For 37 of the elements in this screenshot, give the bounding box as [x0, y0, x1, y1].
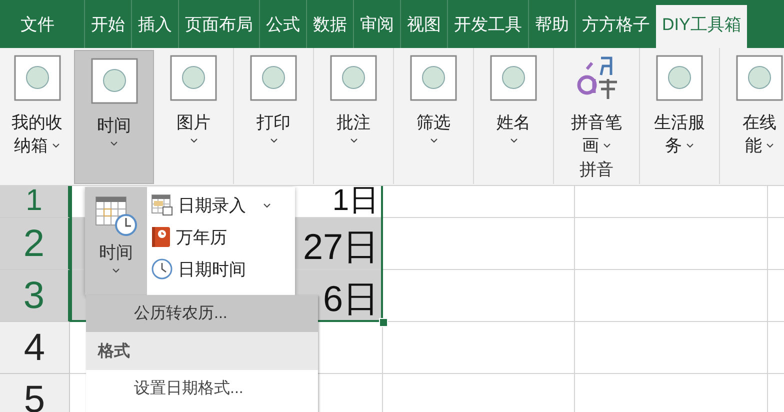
clock-icon — [151, 258, 173, 280]
menu-item[interactable]: 公历转农历... — [86, 295, 318, 332]
group-label: 拼音 — [580, 159, 614, 181]
placeholder-image-icon — [490, 55, 537, 101]
ribbon-button[interactable]: 打印 — [234, 48, 314, 184]
ribbon-button[interactable]: 生活服 务 — [640, 48, 720, 184]
ribbon-button[interactable]: 图片 — [154, 48, 234, 184]
placeholder-image-icon — [170, 55, 217, 101]
placeholder-image-icon — [410, 55, 457, 101]
row-header[interactable]: 1 — [0, 186, 70, 218]
almanac-book-icon — [151, 226, 171, 248]
menu-item[interactable]: 日期录入 — [151, 191, 271, 219]
calendar-clock-icon — [94, 195, 138, 237]
ribbon-button[interactable]: 时间 — [74, 50, 154, 184]
placeholder-image-icon — [14, 55, 60, 101]
menu-item[interactable]: 设置日期格式... — [86, 370, 318, 407]
placeholder-image-icon — [330, 55, 377, 101]
placeholder-image-icon — [90, 58, 138, 104]
placeholder-image-icon — [250, 55, 297, 101]
ribbon-tab[interactable]: DIY工具箱 — [656, 5, 748, 48]
ribbon-button[interactable]: 批注 — [314, 48, 394, 184]
row-header[interactable]: 3 — [0, 270, 70, 322]
ribbon-button[interactable]: 筛选 — [394, 48, 474, 184]
ribbon-button[interactable]: 姓名 — [474, 48, 554, 184]
ribbon-button[interactable]: 我的收 纳箱 — [0, 48, 74, 184]
menu-section-header: 格式 — [86, 332, 318, 370]
ribbon-button[interactable]: 在线 能 — [720, 48, 784, 184]
row-header[interactable]: 2 — [0, 218, 70, 270]
placeholder-image-icon — [656, 55, 703, 101]
row-header[interactable]: 4 — [0, 322, 70, 374]
fill-handle[interactable] — [379, 318, 388, 327]
ribbon-tab[interactable]: 文件 — [0, 0, 81, 48]
calendar-icon — [151, 194, 173, 216]
pinyin-icon — [574, 55, 618, 101]
menu-item[interactable]: 万年历 — [151, 223, 271, 251]
time-button[interactable]: 时间 — [85, 187, 147, 295]
ribbon-button[interactable]: 拼音笔 画 拼音 — [554, 48, 640, 184]
